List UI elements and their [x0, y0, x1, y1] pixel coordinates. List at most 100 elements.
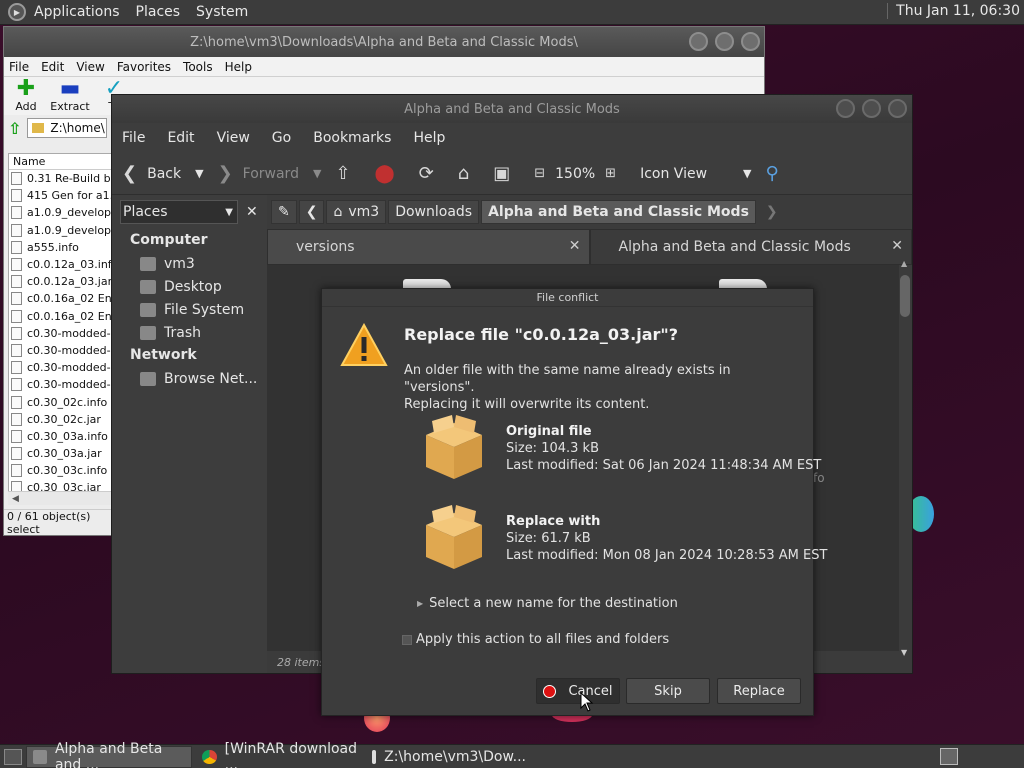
- file-icon: [11, 447, 22, 461]
- scroll-up-icon[interactable]: ▲: [901, 259, 907, 268]
- menu-favorites[interactable]: Favorites: [117, 60, 171, 74]
- replace-button[interactable]: Replace: [717, 678, 801, 704]
- search-button[interactable]: ⚲: [765, 163, 788, 184]
- tab-versions[interactable]: versions ✕: [267, 229, 590, 265]
- menu-tools[interactable]: Tools: [183, 60, 213, 74]
- menu-help[interactable]: Help: [413, 130, 445, 146]
- applications-menu[interactable]: Applications: [34, 4, 120, 20]
- list-item[interactable]: c0.0.16a_02 Enha: [9, 290, 111, 307]
- scroll-left-icon[interactable]: ◀: [12, 494, 19, 504]
- list-item[interactable]: a1.0.9_developme: [9, 222, 111, 239]
- task-browser[interactable]: [WinRAR download ...: [196, 741, 362, 768]
- file-manager-titlebar[interactable]: Alpha and Beta and Classic Mods: [112, 95, 912, 123]
- sidebar-item-desktop[interactable]: Desktop: [112, 275, 262, 298]
- tab-alpha-beta-classic[interactable]: Alpha and Beta and Classic Mods ✕: [589, 229, 912, 265]
- system-menu[interactable]: System: [196, 4, 248, 20]
- maximize-button[interactable]: [715, 32, 734, 51]
- task-winrar[interactable]: Z:\home\vm3\Dow...: [366, 746, 526, 768]
- list-item[interactable]: c0.30-modded-cre: [9, 325, 111, 342]
- cancel-button[interactable]: Cancel: [536, 678, 620, 704]
- menu-help[interactable]: Help: [225, 60, 252, 74]
- file-icon: [11, 326, 22, 340]
- clock[interactable]: Thu Jan 11, 06:30: [887, 3, 1020, 19]
- mate-logo-icon[interactable]: ▶: [8, 3, 26, 21]
- list-item[interactable]: c0.30_03c.info: [9, 462, 111, 479]
- horizontal-scrollbar[interactable]: ◀: [8, 491, 112, 505]
- list-item[interactable]: c0.30-modded-su: [9, 376, 111, 393]
- list-item[interactable]: c0.30-modded-cre: [9, 342, 111, 359]
- chevron-down-icon[interactable]: ▼: [313, 167, 321, 180]
- edit-location-button[interactable]: ✎: [271, 200, 297, 224]
- close-tab-icon[interactable]: ✕: [891, 238, 903, 254]
- list-item[interactable]: c0.0.12a_03.info: [9, 256, 111, 273]
- sidebar-item-trash[interactable]: Trash: [112, 321, 262, 344]
- sidebar-item-vm3[interactable]: vm3: [112, 252, 262, 275]
- menu-edit[interactable]: Edit: [167, 130, 194, 146]
- sidebar-item-file-system[interactable]: File System: [112, 298, 262, 321]
- list-item[interactable]: 0.31 Re-Build buil: [9, 170, 111, 187]
- view-mode-select[interactable]: Icon View ▼: [640, 166, 751, 182]
- menu-edit[interactable]: Edit: [41, 60, 64, 74]
- menu-bookmarks[interactable]: Bookmarks: [313, 130, 391, 146]
- menu-view[interactable]: View: [217, 130, 250, 146]
- task-file-manager[interactable]: Alpha and Beta and ...: [26, 741, 192, 768]
- close-button[interactable]: [741, 32, 760, 51]
- places-dropdown[interactable]: Places ▼: [120, 200, 238, 224]
- list-item[interactable]: c0.0.12a_03.jar: [9, 273, 111, 290]
- scroll-down-icon[interactable]: ▼: [901, 648, 907, 657]
- extract-button[interactable]: ▬ Extract: [48, 77, 92, 115]
- column-header-name[interactable]: Name: [9, 154, 111, 170]
- dialog-title[interactable]: File conflict: [322, 289, 813, 307]
- list-item[interactable]: c0.30_02c.jar: [9, 411, 111, 428]
- close-tab-icon[interactable]: ✕: [569, 238, 581, 254]
- menu-file[interactable]: File: [9, 60, 29, 74]
- computer-button[interactable]: ▣: [493, 163, 520, 184]
- list-item[interactable]: c0.0.16a_02 Enha: [9, 308, 111, 325]
- list-item[interactable]: c0.30_02c.info: [9, 393, 111, 410]
- menu-file[interactable]: File: [122, 130, 145, 146]
- show-desktop-icon[interactable]: [4, 748, 22, 765]
- list-item[interactable]: c0.30_03a.info: [9, 428, 111, 445]
- up-button[interactable]: ⇧: [335, 163, 360, 184]
- list-item[interactable]: c0.30-modded-su: [9, 359, 111, 376]
- list-item[interactable]: a555.info: [9, 239, 111, 256]
- reload-button[interactable]: ⟳: [419, 163, 444, 184]
- home-button[interactable]: ⌂: [458, 163, 479, 184]
- places-menu[interactable]: Places: [136, 4, 181, 20]
- winrar-titlebar[interactable]: Z:\home\vm3\Downloads\Alpha and Beta and…: [4, 27, 764, 57]
- minimize-button[interactable]: [689, 32, 708, 51]
- skip-button[interactable]: Skip: [626, 678, 710, 704]
- scrollbar-thumb[interactable]: [900, 275, 910, 317]
- back-button[interactable]: ❮ Back ▼: [122, 163, 204, 184]
- forward-button[interactable]: ❯ Forward ▼: [218, 163, 322, 184]
- chevron-down-icon[interactable]: ▼: [195, 167, 203, 180]
- vertical-scrollbar[interactable]: ▲ ▼: [900, 259, 910, 657]
- sidebar-item-browse-network[interactable]: Browse Net...: [112, 367, 262, 390]
- path-scroll-left[interactable]: ❮: [298, 200, 325, 224]
- path-button-downloads[interactable]: Downloads: [388, 200, 480, 224]
- path-button-current[interactable]: Alpha and Beta and Classic Mods: [481, 200, 756, 224]
- up-folder-icon[interactable]: ⇧: [8, 119, 21, 138]
- minimize-button[interactable]: [836, 99, 855, 118]
- zoom-in-icon[interactable]: ⊞: [605, 166, 616, 181]
- menu-go[interactable]: Go: [272, 130, 291, 146]
- zoom-out-icon[interactable]: ⊟: [534, 166, 545, 181]
- list-item[interactable]: a1.0.9_developme: [9, 204, 111, 221]
- path-scroll-right[interactable]: ❯: [766, 204, 778, 220]
- add-button[interactable]: ✚ Add: [4, 77, 48, 115]
- original-file-size: Size: 104.3 kB: [506, 441, 599, 456]
- rename-expander[interactable]: ▶ Select a new name for the destination: [417, 596, 678, 611]
- stop-button[interactable]: ⬤: [375, 163, 405, 184]
- workspace-switcher-icon[interactable]: [940, 748, 958, 765]
- apply-all-checkbox[interactable]: Apply this action to all files and folde…: [402, 632, 669, 647]
- close-button[interactable]: [888, 99, 907, 118]
- menu-view[interactable]: View: [76, 60, 104, 74]
- checkbox-box[interactable]: [402, 634, 412, 645]
- close-sidebar-icon[interactable]: ✕: [246, 204, 258, 220]
- list-item[interactable]: c0.30_03a.jar: [9, 445, 111, 462]
- list-item[interactable]: 415 Gen for a1.0.: [9, 187, 111, 204]
- maximize-button[interactable]: [862, 99, 881, 118]
- address-field[interactable]: Z:\home\: [27, 118, 108, 138]
- path-button-vm3[interactable]: ⌂ vm3: [326, 200, 387, 224]
- winrar-file-list[interactable]: Name 0.31 Re-Build buil 415 Gen for a1.0…: [8, 153, 112, 503]
